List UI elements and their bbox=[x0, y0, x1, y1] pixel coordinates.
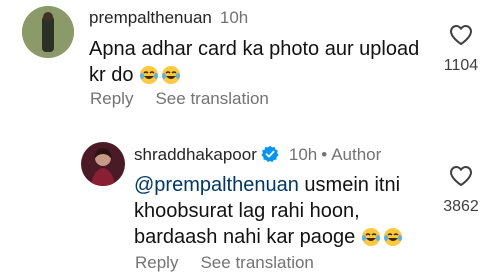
comment-text-line: kr do bbox=[89, 64, 134, 86]
reply-button[interactable]: Reply bbox=[90, 89, 133, 108]
comment-username[interactable]: shraddhakapoor bbox=[134, 145, 257, 164]
like-count: 1104 bbox=[443, 57, 479, 74]
heart-icon[interactable] bbox=[436, 165, 486, 192]
mention-link[interactable]: @prempalthenuan bbox=[134, 174, 299, 196]
comment-time: 10h bbox=[288, 145, 318, 164]
author-badge: Author bbox=[331, 145, 382, 164]
comment-text-line: Apna adhar card ka photo aur upload bbox=[89, 38, 420, 60]
see-translation-button[interactable]: See translation bbox=[200, 253, 313, 272]
avatar[interactable] bbox=[81, 142, 125, 186]
avatar[interactable] bbox=[22, 6, 74, 58]
like-control: 1104 bbox=[436, 24, 486, 75]
comment-time: 10h bbox=[219, 8, 249, 27]
laughing-emoji-icon bbox=[361, 227, 405, 254]
verified-badge-icon bbox=[261, 145, 279, 168]
heart-icon[interactable] bbox=[436, 24, 486, 51]
reply-button[interactable]: Reply bbox=[135, 253, 178, 272]
like-control: 3862 bbox=[436, 165, 486, 216]
comment-text-line: khoobsurat lag rahi hoon, bbox=[134, 200, 360, 222]
separator-dot: • bbox=[321, 145, 328, 164]
comment-text-line: usmein itni bbox=[298, 174, 401, 196]
like-count: 3862 bbox=[443, 198, 479, 215]
see-translation-button[interactable]: See translation bbox=[155, 89, 268, 108]
comment-text-line: bardaash nahi kar paoge bbox=[134, 226, 361, 248]
laughing-emoji-icon bbox=[139, 65, 183, 92]
comment-username[interactable]: prempalthenuan bbox=[89, 8, 212, 27]
